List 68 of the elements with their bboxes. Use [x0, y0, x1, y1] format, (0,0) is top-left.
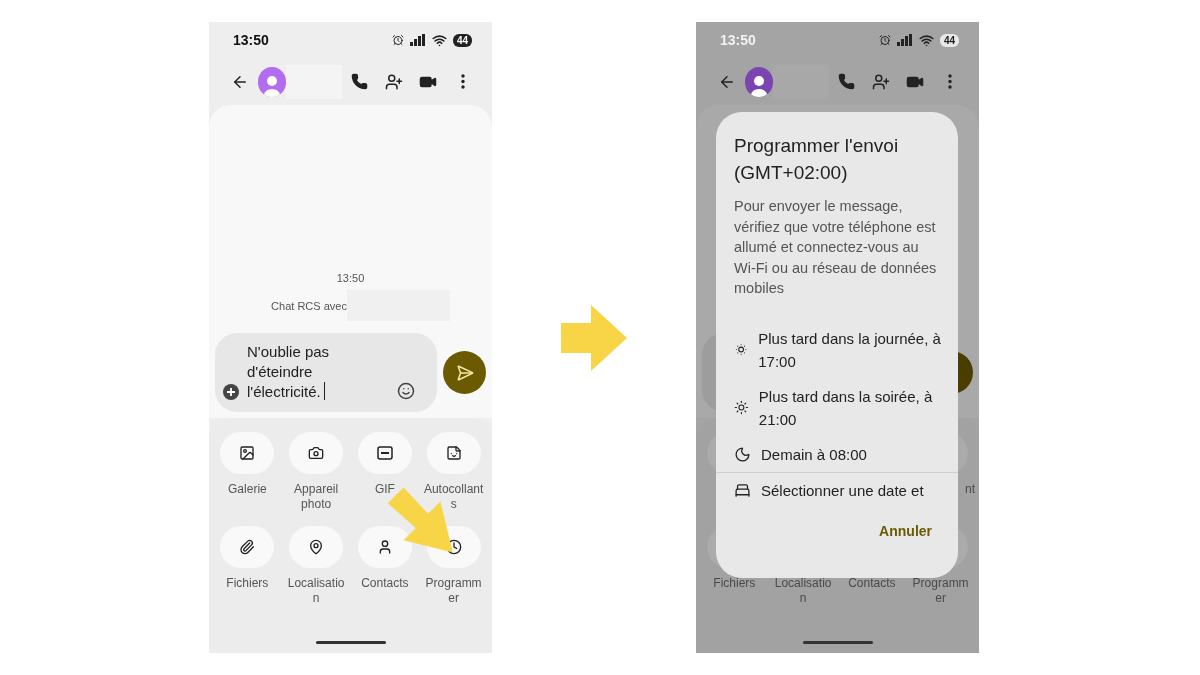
phone-icon	[350, 73, 368, 90]
image-icon	[239, 445, 256, 461]
attachment-button[interactable]	[426, 432, 481, 474]
battery-level: 44	[939, 33, 959, 47]
more-icon	[947, 74, 952, 89]
send-button[interactable]	[443, 351, 486, 394]
add-person-icon	[384, 72, 403, 91]
dialog-title: Programmer l'envoi (GMT+02:00)	[734, 134, 900, 185]
schedule-option[interactable]: Plus tard dans la soirée, à 21:00	[716, 378, 958, 437]
schedule-option[interactable]: Demain à 08:00	[716, 436, 958, 472]
attachment-label: nt	[965, 482, 975, 497]
attachment-button[interactable]	[357, 432, 412, 474]
dialog-message: Pour envoyer le message, vérifiez que votre téléphone est allumé et connectez-vous au Wi-Fi ou au réseau de données mobiles	[734, 197, 938, 298]
attachment-label: Programmer	[911, 576, 970, 606]
sticker-icon	[445, 445, 462, 461]
more-icon	[460, 74, 465, 89]
attachment-label: Appareil photo	[293, 482, 340, 512]
right-arrow-icon	[561, 304, 627, 371]
message-input-field[interactable]: N'oublie pas d'éteindre l'électricité.	[215, 333, 437, 412]
attachment-button[interactable]	[289, 526, 344, 568]
signal-icon	[896, 34, 913, 46]
attachment-label: GIF	[373, 482, 396, 497]
camera-icon	[308, 445, 325, 461]
message-timestamp: 13:50	[336, 272, 365, 284]
add-icon[interactable]	[223, 384, 239, 400]
message-text: N'oublie pas d'éteindre l'électricité.	[247, 342, 331, 402]
attachment-button[interactable]	[220, 432, 275, 474]
wifi-icon	[431, 32, 447, 48]
battery-level: 44	[452, 33, 472, 47]
attachment-label: Programmer	[424, 576, 483, 606]
status-time: 13:50	[233, 32, 269, 48]
attachment-label: Fichiers	[712, 576, 757, 591]
avatar	[744, 66, 774, 97]
alarm-icon	[878, 34, 891, 46]
wifi-icon	[918, 32, 934, 48]
attachment-label: Contacts	[360, 576, 410, 591]
redacted-name	[773, 64, 829, 99]
attachment-button[interactable]	[289, 432, 344, 474]
clock-icon	[445, 539, 462, 555]
attachment-label: Localisation	[773, 576, 833, 606]
add-person-icon	[871, 72, 890, 91]
phone-icon	[837, 73, 855, 90]
attachment-label: Autocollants	[422, 482, 485, 512]
attachment-label: Galerie	[227, 482, 268, 497]
bed-icon	[734, 481, 751, 499]
paperclip-icon	[239, 539, 256, 555]
cancel-button[interactable]: Annuler	[875, 518, 936, 543]
schedule-option[interactable]: Plus tard dans la journée, à 17:00	[716, 320, 958, 379]
rcs-notice: Chat RCS avec	[271, 299, 347, 312]
attachment-label: Contacts	[847, 576, 897, 591]
attachment-label: Fichiers	[225, 576, 270, 591]
location-pin-icon	[308, 539, 325, 555]
moon-icon	[734, 445, 751, 463]
emoji-icon[interactable]	[397, 382, 415, 400]
attachment-button[interactable]	[220, 526, 275, 568]
sun-icon	[734, 341, 749, 358]
gif-icon	[376, 446, 393, 460]
alarm-icon	[391, 34, 404, 46]
home-indicator	[315, 641, 386, 644]
send-icon	[455, 363, 474, 382]
sun-icon	[734, 399, 749, 416]
home-indicator	[802, 641, 873, 644]
redacted-name	[286, 64, 342, 99]
avatar	[257, 66, 287, 97]
attachment-label: Localisation	[286, 576, 346, 606]
schedule-option[interactable]: Sélectionner une date et	[716, 472, 958, 503]
signal-icon	[409, 34, 426, 46]
status-time: 13:50	[720, 32, 756, 48]
